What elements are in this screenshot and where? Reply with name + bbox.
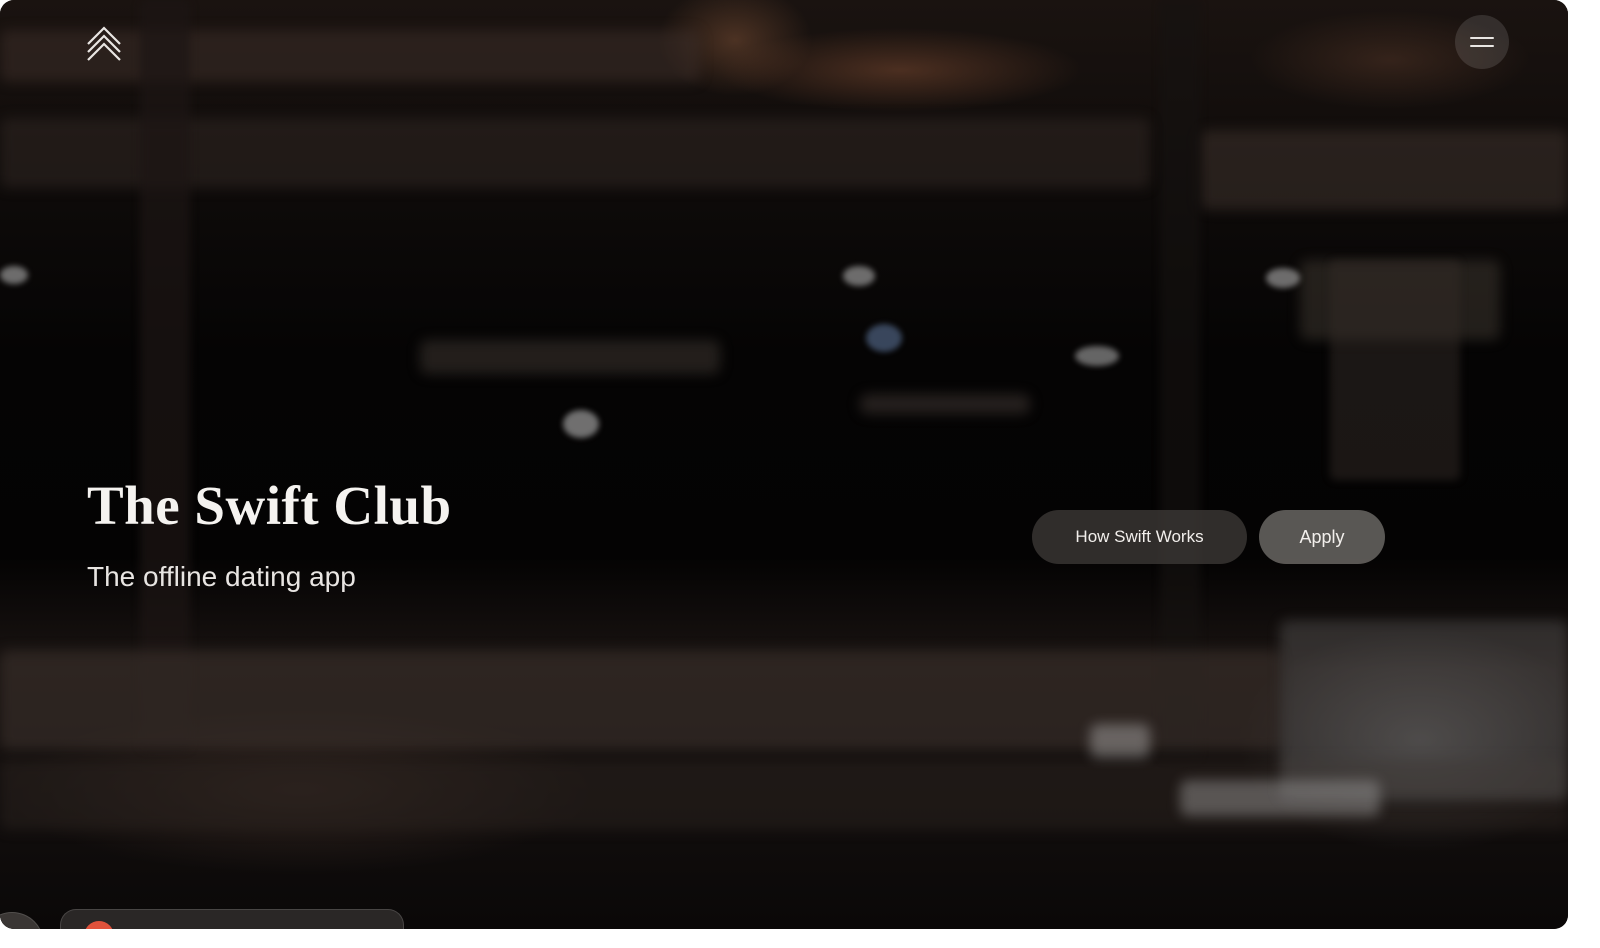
chevron-up-double-icon — [87, 26, 121, 61]
hamburger-menu-line — [1470, 45, 1494, 47]
bottom-pill-widget[interactable] — [60, 909, 404, 929]
apply-button[interactable]: Apply — [1259, 510, 1385, 564]
background-image — [0, 0, 1568, 929]
hero-section: The Swift Club The offline dating app Ho… — [0, 0, 1568, 929]
hamburger-menu-icon — [1470, 37, 1494, 39]
logo-icon[interactable] — [84, 24, 124, 62]
menu-button[interactable] — [1455, 15, 1509, 69]
hero-title: The Swift Club — [87, 475, 452, 536]
how-swift-works-button[interactable]: How Swift Works — [1032, 510, 1247, 564]
hero-subtitle: The offline dating app — [87, 561, 356, 592]
